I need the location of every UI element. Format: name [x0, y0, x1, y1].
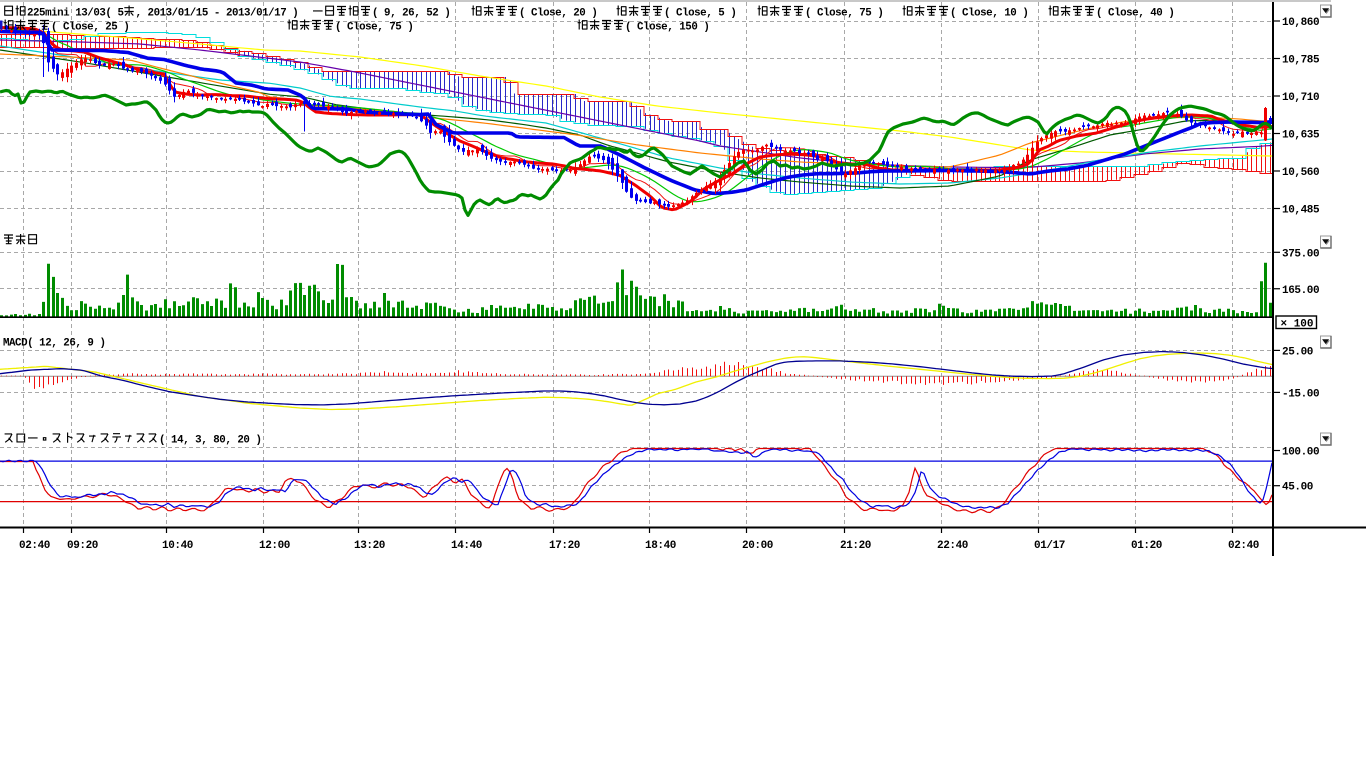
- svg-text:22:40: 22:40: [937, 540, 968, 552]
- svg-text:MACD( 12, 26, 9 ): MACD( 12, 26, 9 ): [3, 338, 106, 350]
- svg-text:( Close, 20 ): ( Close, 20 ): [519, 8, 597, 20]
- svg-text:× 100: × 100: [1281, 319, 1314, 331]
- svg-text:10,860: 10,860: [1282, 17, 1319, 29]
- svg-text:25.00: 25.00: [1282, 346, 1313, 358]
- svg-text:12:00: 12:00: [259, 540, 290, 552]
- svg-text:10,560: 10,560: [1282, 167, 1319, 179]
- svg-text:01/17: 01/17: [1034, 540, 1065, 552]
- svg-text:10,485: 10,485: [1282, 205, 1320, 217]
- svg-text:14:40: 14:40: [451, 540, 482, 552]
- svg-text:( Close, 5 ): ( Close, 5 ): [664, 8, 736, 20]
- svg-text:13:20: 13:20: [354, 540, 385, 552]
- svg-text:100.00: 100.00: [1282, 447, 1319, 459]
- svg-text:( 9, 26, 52 ): ( 9, 26, 52 ): [372, 8, 450, 20]
- svg-text:21:20: 21:20: [840, 540, 871, 552]
- svg-text:02:40: 02:40: [19, 540, 50, 552]
- svg-text:( Close, 75 ): ( Close, 75 ): [805, 8, 883, 20]
- svg-text:( Close, 25 ): ( Close, 25 ): [51, 22, 129, 34]
- svg-text:20:00: 20:00: [742, 540, 773, 552]
- svg-text:09:20: 09:20: [67, 540, 98, 552]
- svg-text:375.00: 375.00: [1282, 248, 1319, 260]
- svg-text:, 2013/01/15 - 2013/01/17 ): , 2013/01/15 - 2013/01/17 ): [136, 8, 299, 20]
- svg-text:( Close, 10 ): ( Close, 10 ): [950, 8, 1028, 20]
- svg-text:10,785: 10,785: [1282, 55, 1320, 67]
- svg-text:17:20: 17:20: [549, 540, 580, 552]
- svg-text:10,635: 10,635: [1282, 130, 1320, 142]
- svg-text:01:20: 01:20: [1131, 540, 1162, 552]
- svg-text:( Close, 150 ): ( Close, 150 ): [625, 22, 709, 34]
- svg-text:-15.00: -15.00: [1282, 388, 1319, 400]
- svg-text:45.00: 45.00: [1282, 482, 1313, 494]
- svg-text:18:40: 18:40: [645, 540, 676, 552]
- svg-text:( 14, 3, 80, 20 ): ( 14, 3, 80, 20 ): [159, 435, 262, 447]
- svg-text:10,710: 10,710: [1282, 92, 1319, 104]
- svg-text:225mini 13/03( 5: 225mini 13/03( 5: [27, 8, 123, 20]
- svg-text:02:40: 02:40: [1228, 540, 1259, 552]
- svg-text:165.00: 165.00: [1282, 285, 1319, 297]
- svg-text:( Close, 75 ): ( Close, 75 ): [335, 22, 413, 34]
- svg-text:10:40: 10:40: [162, 540, 193, 552]
- svg-text:( Close, 40 ): ( Close, 40 ): [1096, 8, 1174, 20]
